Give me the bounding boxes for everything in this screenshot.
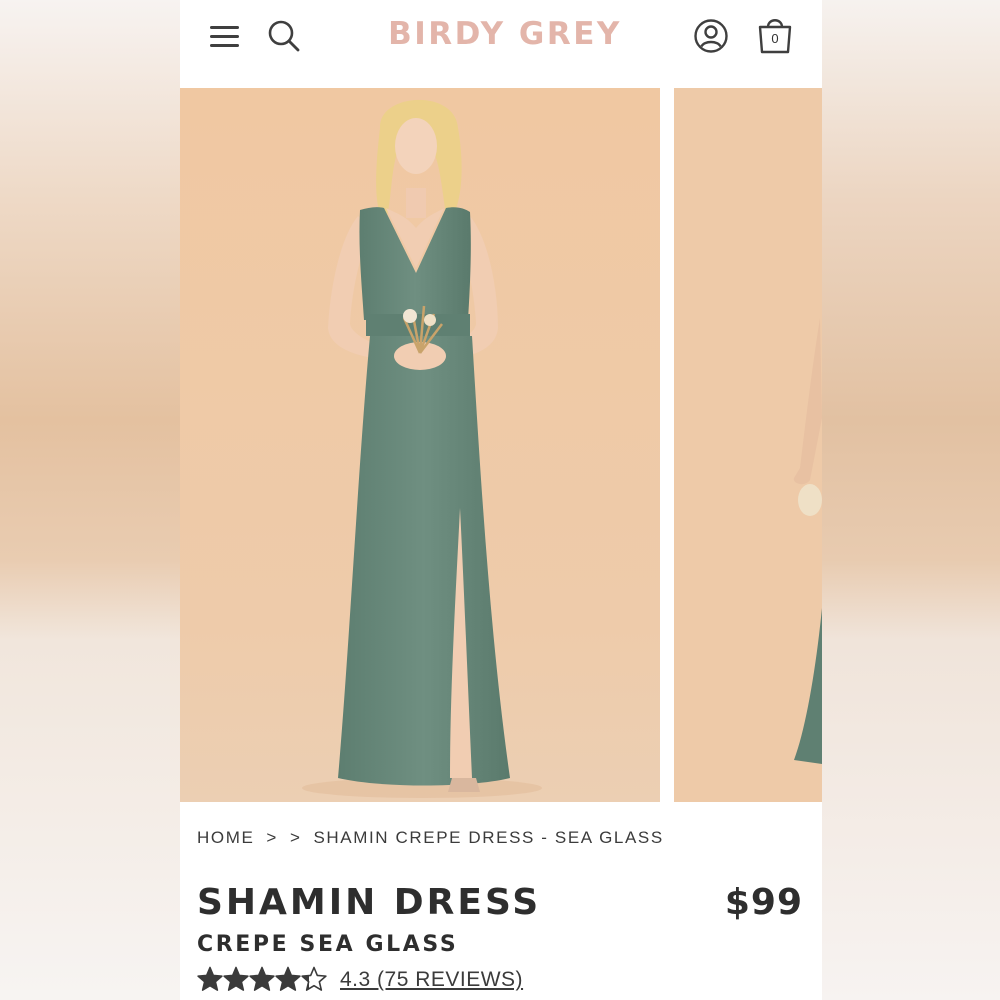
breadcrumb: HOME > > SHAMIN CREPE DRESS - SEA GLASS — [197, 828, 664, 848]
star-icon — [249, 966, 275, 991]
account-icon[interactable] — [693, 18, 729, 54]
model-side-view-illustration — [674, 88, 822, 802]
reviews-link[interactable]: 4.3 (75 REVIEWS) — [340, 968, 523, 992]
mobile-page: BIRDY GREY 0 HOME > > SHAMIN CREPE DRESS… — [180, 0, 822, 1000]
right-background-blur — [822, 0, 1000, 1000]
left-background-blur — [0, 0, 180, 1000]
star-icon — [197, 966, 223, 991]
site-header: BIRDY GREY 0 — [180, 0, 822, 88]
product-subtitle: CREPE SEA GLASS — [197, 932, 459, 957]
cart-count-badge: 0 — [771, 31, 779, 46]
breadcrumb-current: SHAMIN CREPE DRESS - SEA GLASS — [313, 828, 664, 847]
star-icon — [301, 966, 327, 991]
product-image-gallery[interactable] — [180, 88, 822, 802]
product-photo-main[interactable] — [180, 88, 660, 802]
search-icon[interactable] — [266, 18, 302, 54]
product-photo-next[interactable] — [674, 88, 822, 802]
model-in-dress-illustration — [180, 88, 660, 802]
star-rating-icon — [197, 966, 327, 991]
brand-logo[interactable]: BIRDY GREY — [385, 16, 625, 52]
star-icon — [223, 966, 249, 991]
product-price: $99 — [724, 882, 803, 923]
breadcrumb-separator: > — [289, 828, 302, 847]
hamburger-menu-icon[interactable] — [210, 24, 240, 48]
breadcrumb-separator: > — [266, 828, 278, 847]
star-icon — [275, 966, 301, 991]
breadcrumb-home-link[interactable]: HOME — [197, 828, 254, 848]
product-title: SHAMIN DRESS — [197, 882, 542, 923]
